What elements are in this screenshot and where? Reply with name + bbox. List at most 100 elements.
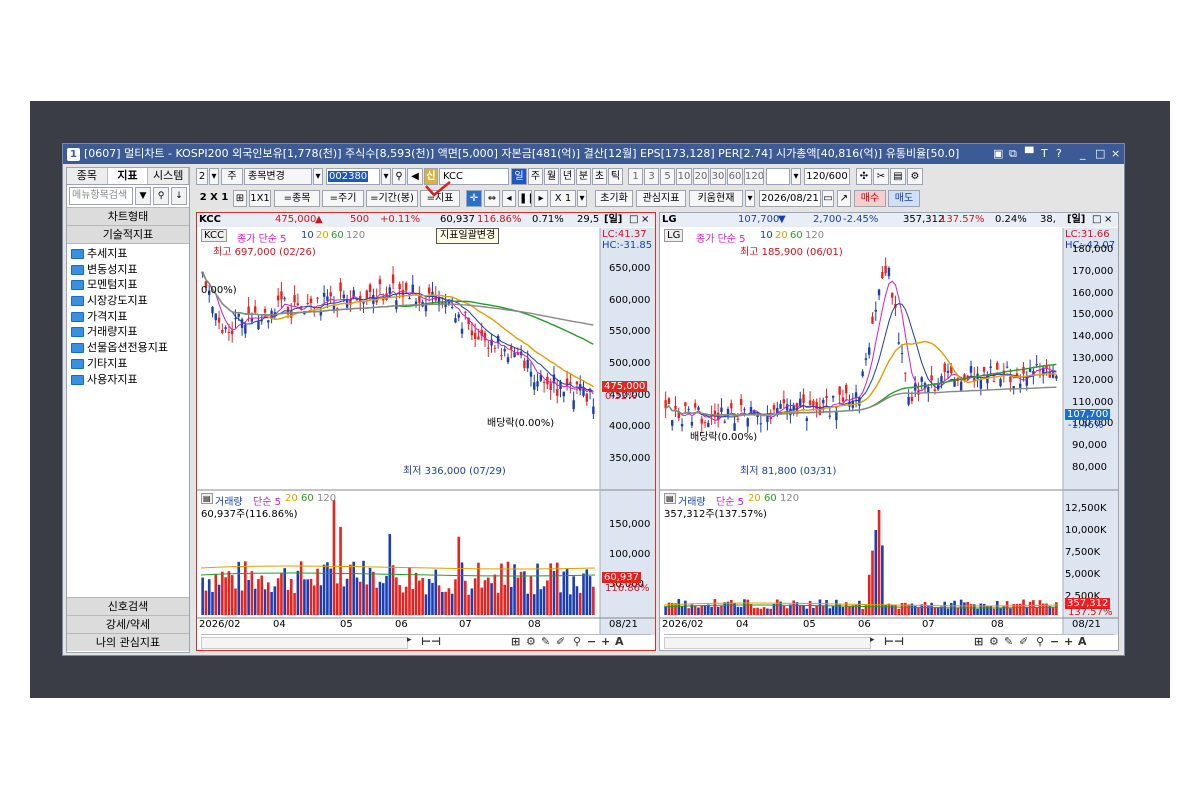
palette-icon[interactable]: ⚙ [526, 635, 536, 648]
draw-icon[interactable]: ✐ [1019, 635, 1028, 648]
sell-button[interactable]: 매도 [888, 190, 920, 207]
stock-code-input[interactable]: 002380 [326, 168, 380, 185]
zoom-select[interactable]: X 1 [550, 190, 576, 207]
scroll-right-icon[interactable]: ▸ [407, 635, 412, 645]
pen-icon[interactable]: ✎ [1004, 635, 1013, 648]
crosshair-icon[interactable]: ✛ [466, 190, 482, 207]
scroll-track[interactable] [201, 637, 408, 649]
kiwoom-current-button[interactable]: 키움현재 [689, 190, 743, 207]
min-1[interactable]: 1 [628, 168, 643, 185]
font-icon[interactable]: A [1078, 635, 1087, 648]
sync-range-button[interactable]: =기간(봉) [366, 190, 418, 207]
strong-weak-button[interactable]: 강세/약세 [67, 615, 189, 633]
period-year[interactable]: 년 [560, 168, 575, 185]
draw-icon[interactable]: ✐ [556, 635, 565, 648]
search-icon[interactable]: ⚲ [573, 635, 581, 648]
sync-period-button[interactable]: =주기 [322, 190, 364, 207]
grid-1x1-button[interactable]: 1X1 [249, 190, 271, 207]
tree-item-market-strength[interactable]: 시장강도지표 [71, 293, 189, 309]
grid-select[interactable]: 2 [196, 168, 208, 185]
arrow-down-icon[interactable]: ↓ [171, 187, 187, 205]
window-control-1[interactable]: ▣ [993, 144, 1003, 164]
search-icon[interactable]: ⚲ [392, 168, 406, 185]
grid-mini-icon[interactable]: ⊞ [511, 635, 520, 648]
plus-icon[interactable]: + [1064, 635, 1073, 648]
signal-search-button[interactable]: 신호검색 [67, 597, 189, 615]
tree-item-other[interactable]: 기타지표 [71, 356, 189, 372]
period-day[interactable]: 일 [511, 168, 527, 185]
tab-system[interactable]: 시스템 [148, 168, 190, 184]
period-month[interactable]: 월 [544, 168, 559, 185]
menu-search-input[interactable]: 메뉴항목검색 [69, 187, 133, 205]
chart-scroll-bar[interactable]: ▸ ⊢⊣ ⊞ ⚙ ✎ ✐ ⚲ − + A [201, 634, 651, 649]
minus-icon[interactable]: − [1050, 635, 1059, 648]
min-5[interactable]: 5 [660, 168, 675, 185]
chart-panel-kcc[interactable]: KCC 475,000 500 +0.11% 60,937 116.86% 0.71% 29,… [196, 212, 656, 651]
my-indicators-button[interactable]: 나의 관심지표 [67, 633, 189, 651]
zoom-slider-icon[interactable]: ⊢⊣ [884, 635, 904, 648]
stock-change-dropdown[interactable]: ▾ [313, 168, 323, 185]
scroll-right-icon[interactable]: ▸ [870, 635, 875, 645]
period-tick[interactable]: 틱 [608, 168, 623, 185]
reset-button[interactable]: 초기화 [595, 190, 633, 207]
pen-icon[interactable]: ✎ [541, 635, 550, 648]
speaker-icon[interactable]: ◀ [407, 168, 423, 185]
window-control-3[interactable]: ▀ [1025, 144, 1033, 164]
close-button[interactable]: × [1111, 144, 1120, 164]
gear-icon[interactable]: ⚙ [907, 168, 923, 185]
prev-icon[interactable]: ◂ [502, 190, 516, 207]
palette-icon[interactable]: ⚙ [989, 635, 999, 648]
grid-icon[interactable]: ⊞ [233, 190, 247, 207]
zoom-slider-icon[interactable]: ⊢⊣ [421, 635, 441, 648]
calendar-icon[interactable]: ▭ [822, 190, 834, 207]
minus-icon[interactable]: − [587, 635, 596, 648]
save-icon[interactable]: ▤ [890, 168, 906, 185]
period-second[interactable]: 초 [592, 168, 607, 185]
font-icon[interactable]: A [615, 635, 624, 648]
period-minute[interactable]: 분 [576, 168, 591, 185]
min-20[interactable]: 20 [693, 168, 709, 185]
min-60[interactable]: 60 [727, 168, 743, 185]
tree-item-momentum[interactable]: 모멘텀지표 [71, 277, 189, 293]
tab-stock[interactable]: 종목 [67, 168, 108, 184]
min-3[interactable]: 3 [644, 168, 659, 185]
custom-period-input[interactable] [766, 168, 790, 185]
technical-indicator-header[interactable]: 기술적지표 [67, 226, 189, 244]
help-button[interactable]: ? [1056, 144, 1062, 164]
search-icon[interactable]: ⚲ [153, 187, 169, 205]
tree-item-trend[interactable]: 추세지표 [71, 246, 189, 262]
chart-type-header[interactable]: 차트형태 [67, 207, 189, 226]
date-field[interactable]: 2026/08/21 [759, 190, 821, 207]
search-icon[interactable]: ⚲ [1036, 635, 1044, 648]
zoom-dropdown[interactable]: ▾ [577, 190, 587, 207]
next-icon[interactable]: ▸ [534, 190, 548, 207]
arrows-icon[interactable]: ⇔ [484, 190, 500, 207]
tree-item-volume[interactable]: 거래량지표 [71, 324, 189, 340]
stock-change-select[interactable]: 종목변경 [244, 168, 312, 185]
buy-button[interactable]: 매수 [854, 190, 886, 207]
candlestick-chart[interactable] [197, 213, 655, 650]
chart-tool-icon[interactable]: ✣ [856, 168, 872, 185]
window-control-4[interactable]: T [1041, 144, 1048, 164]
chart-panel-lg[interactable]: LG 107,700 2,700 -2.45% 357,312 137.57% 0.24% 3… [659, 212, 1119, 651]
grid-dropdown[interactable]: ▾ [209, 168, 219, 185]
min-30[interactable]: 30 [710, 168, 726, 185]
window-control-2[interactable]: ⧉ [1009, 144, 1017, 164]
minimize-button[interactable]: _ [1080, 144, 1086, 164]
min-120[interactable]: 120 [744, 168, 764, 185]
favorite-indicators-button[interactable]: 관심지표 [636, 190, 686, 207]
tree-item-user[interactable]: 사용자지표 [71, 372, 189, 388]
type-select[interactable]: 주 [221, 168, 243, 185]
scroll-track[interactable] [664, 637, 871, 649]
code-dropdown[interactable]: ▾ [381, 168, 391, 185]
maximize-button[interactable]: □ [1095, 144, 1105, 164]
tab-indicator[interactable]: 지표 [107, 168, 149, 184]
chart-scroll-bar[interactable]: ▸ ⊢⊣ ⊞ ⚙ ✎ ✐ ⚲ − + A [664, 634, 1114, 649]
tree-item-volatility[interactable]: 변동성지표 [71, 262, 189, 278]
search-dropdown-icon[interactable]: ▼ [135, 187, 151, 205]
bar-count-field[interactable]: 120/600 [804, 168, 850, 185]
tree-item-futures-options[interactable]: 선물옵션전용지표 [71, 340, 189, 356]
kiwoom-dropdown[interactable]: ▾ [745, 190, 755, 207]
custom-period-dropdown[interactable]: ▾ [791, 168, 801, 185]
sync-stock-button[interactable]: =종목 [274, 190, 320, 207]
